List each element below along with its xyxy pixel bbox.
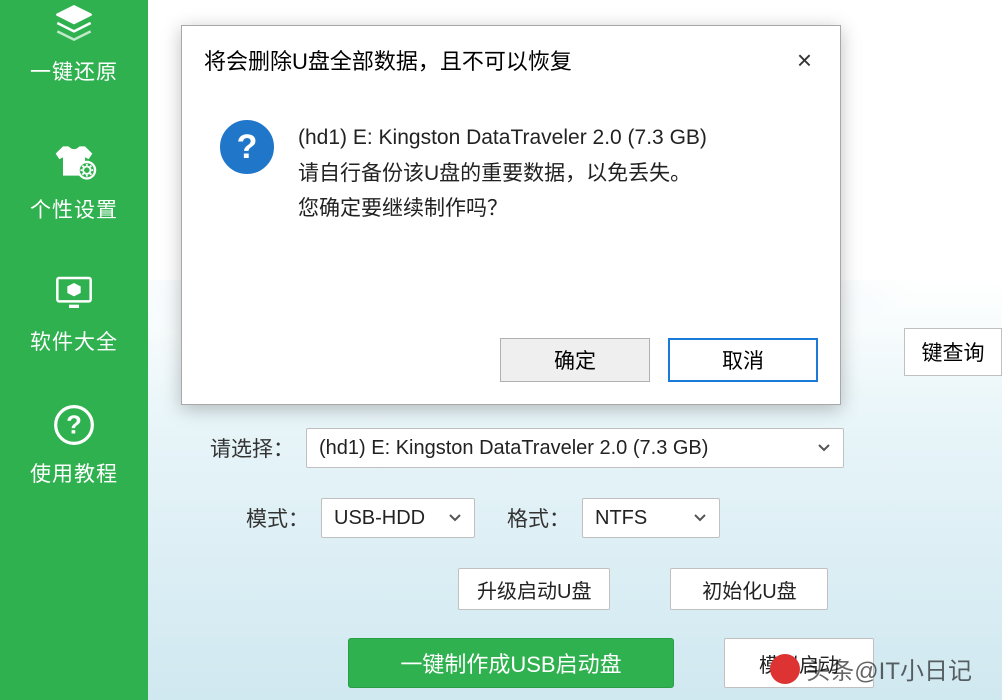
mode-select[interactable]: USB-HDD [321,498,475,538]
help-circle-icon: ? [47,402,101,448]
format-select[interactable]: NTFS [582,498,720,538]
select-drive-row: 请选择： (hd1) E: Kingston DataTraveler 2.0 … [210,428,844,468]
sidebar-item-label: 个性设置 [30,194,118,224]
cancel-button[interactable]: 取消 [668,338,818,382]
sidebar-item-settings[interactable]: 个性设置 [0,110,148,242]
dialog-titlebar: 将会删除U盘全部数据，且不可以恢复 × [182,26,840,84]
dialog-line1: (hd1) E: Kingston DataTraveler 2.0 (7.3 … [298,120,707,156]
dialog-message: (hd1) E: Kingston DataTraveler 2.0 (7.3 … [298,120,707,227]
sidebar-item-label: 一键还原 [30,56,118,86]
upgrade-usb-button[interactable]: 升级启动U盘 [458,568,610,610]
svg-text:?: ? [66,411,82,439]
ok-button[interactable]: 确定 [500,338,650,382]
chevron-down-icon [430,507,462,530]
chevron-down-icon [799,437,831,460]
confirm-dialog: 将会删除U盘全部数据，且不可以恢复 × ? (hd1) E: Kingston … [181,25,841,405]
upgrade-usb-label: 升级启动U盘 [477,575,591,604]
dialog-line2: 请自行备份该U盘的重要数据，以免丢失。 [298,156,707,192]
select-label: 请选择： [210,433,294,463]
monitor-cube-icon [47,270,101,316]
format-label: 格式： [507,503,570,533]
init-usb-button[interactable]: 初始化U盘 [670,568,828,610]
dialog-footer: 确定 取消 [500,338,818,382]
question-icon: ? [220,120,274,174]
dialog-body: ? (hd1) E: Kingston DataTraveler 2.0 (7.… [182,84,840,227]
close-icon[interactable]: × [791,45,818,76]
ok-label: 确定 [554,345,596,375]
watermark: 头条@IT小日记 [770,651,972,686]
sidebar: 一键还原 个性设置 软件大全 ? 使用教程 [0,0,148,700]
sidebar-item-label: 软件大全 [30,326,118,356]
create-usb-label: 一键制作成USB启动盘 [400,647,621,679]
dialog-title-text: 将会删除U盘全部数据，且不可以恢复 [204,44,572,76]
cancel-label: 取消 [722,345,764,375]
sidebar-item-restore[interactable]: 一键还原 [0,0,148,110]
init-usb-label: 初始化U盘 [702,575,796,604]
watermark-text: 头条@IT小日记 [806,651,972,686]
mode-format-row: 模式： USB-HDD 格式： NTFS [246,498,720,538]
sidebar-item-software[interactable]: 软件大全 [0,242,148,374]
sidebar-item-tutorial[interactable]: ? 使用教程 [0,374,148,506]
drive-select-value: (hd1) E: Kingston DataTraveler 2.0 (7.3 … [319,437,708,460]
mode-select-value: USB-HDD [334,507,425,530]
mode-label: 模式： [246,503,309,533]
layers-icon [47,0,101,46]
chevron-down-icon [675,507,707,530]
format-select-value: NTFS [595,507,647,530]
sidebar-item-label: 使用教程 [30,458,118,488]
dialog-line3: 您确定要继续制作吗？ [298,191,707,227]
drive-select[interactable]: (hd1) E: Kingston DataTraveler 2.0 (7.3 … [306,428,844,468]
action-row-1: 升级启动U盘 初始化U盘 [458,568,828,610]
watermark-logo-icon [770,654,800,684]
key-query-button[interactable]: 键查询 [904,328,1002,376]
create-usb-button[interactable]: 一键制作成USB启动盘 [348,638,674,688]
key-query-label: 键查询 [922,337,985,367]
tshirt-gear-icon [47,138,101,184]
